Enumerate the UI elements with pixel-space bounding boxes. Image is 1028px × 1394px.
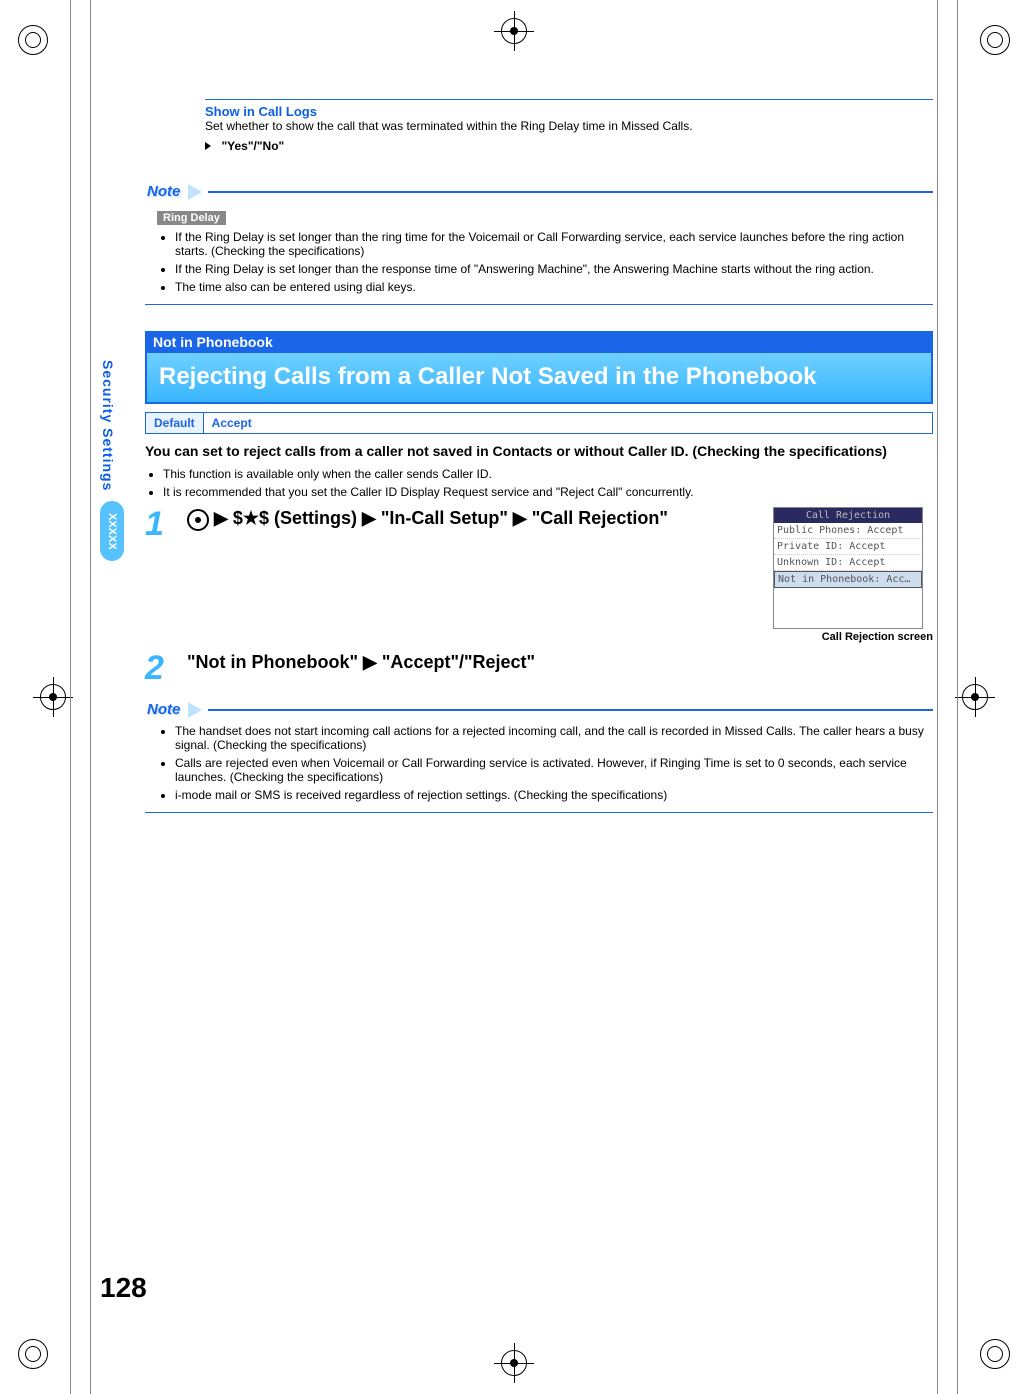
screenshot-row: Private ID: Accept — [774, 539, 922, 555]
divider — [145, 304, 933, 305]
step-1-text: ▶ $★$ (Settings) ▶ "In-Call Setup" ▶ "Ca… — [187, 507, 761, 530]
note-arrow-icon — [188, 184, 202, 200]
note2-bullets: The handset does not start incoming call… — [145, 724, 933, 802]
note-line — [208, 191, 933, 193]
screenshot-row: Public Phones: Accept — [774, 523, 922, 539]
step-2-text: "Not in Phonebook" ▶ "Accept"/"Reject" — [187, 651, 933, 674]
divider — [205, 99, 933, 100]
page: Security Settings XXXXX Show in Call Log… — [100, 95, 933, 1304]
default-row: Default Accept — [145, 412, 933, 434]
crop-mark — [962, 684, 988, 710]
screenshot-title: Call Rejection — [774, 508, 922, 523]
screenshot-row: Unknown ID: Accept — [774, 555, 922, 571]
step-number: 1 — [145, 507, 175, 541]
registration-mark — [18, 25, 48, 55]
page-number: 128 — [100, 1272, 147, 1304]
divider — [145, 812, 933, 813]
screenshot-row-selected: Not in Phonebook: Acc… — [774, 571, 922, 588]
registration-mark — [18, 1339, 48, 1369]
section-intro-bullet: It is recommended that you set the Calle… — [163, 485, 933, 499]
trim-line — [937, 0, 938, 1394]
note1-bullets: If the Ring Delay is set longer than the… — [145, 230, 933, 294]
section-title: Rejecting Calls from a Caller Not Saved … — [145, 353, 933, 404]
ring-delay-chip: Ring Delay — [157, 211, 226, 225]
content-area: Show in Call Logs Set whether to show th… — [145, 95, 933, 817]
step-2: 2 "Not in Phonebook" ▶ "Accept"/"Reject" — [145, 651, 933, 685]
note1-bullet: If the Ring Delay is set longer than the… — [175, 230, 933, 258]
step-1: 1 ▶ $★$ (Settings) ▶ "In-Call Setup" ▶ "… — [145, 507, 933, 643]
show-in-call-logs-option: "Yes"/"No" — [221, 139, 284, 153]
note-label: Note — [145, 183, 182, 200]
crop-mark — [40, 684, 66, 710]
note2-bullet: The handset does not start incoming call… — [175, 724, 933, 752]
screenshot-caption: Call Rejection screen — [773, 631, 933, 643]
side-block-text: XXXXX — [106, 513, 118, 550]
crop-mark — [501, 18, 527, 44]
screenshot-container: Call Rejection Public Phones: Accept Pri… — [773, 507, 933, 643]
step-1-instruction: ▶ $★$ (Settings) ▶ "In-Call Setup" ▶ "Ca… — [209, 508, 668, 528]
call-rejection-screenshot: Call Rejection Public Phones: Accept Pri… — [773, 507, 923, 629]
note-header: Note — [145, 183, 933, 200]
trim-line — [957, 0, 958, 1394]
note-label: Note — [145, 701, 182, 718]
registration-mark — [980, 25, 1010, 55]
crop-mark — [501, 1350, 527, 1376]
note-header: Note — [145, 701, 933, 718]
section-banner: Not in Phonebook — [145, 331, 933, 353]
default-value: Accept — [204, 413, 260, 433]
note2-bullet: Calls are rejected even when Voicemail o… — [175, 756, 933, 784]
triangle-bullet-icon — [205, 142, 211, 150]
section-intro-bullets: This function is available only when the… — [145, 467, 933, 499]
step-number: 2 — [145, 651, 175, 685]
subheading-show-in-call-logs: Show in Call Logs — [205, 104, 933, 119]
note1-bullet: The time also can be entered using dial … — [175, 280, 933, 294]
section-intro-bullet: This function is available only when the… — [163, 467, 933, 481]
note-line — [208, 709, 933, 711]
registration-mark — [980, 1339, 1010, 1369]
side-page-block: XXXXX — [100, 501, 124, 561]
side-section-label: Security Settings — [100, 360, 116, 491]
center-key-icon — [187, 509, 209, 531]
default-key: Default — [146, 413, 204, 433]
show-in-call-logs-desc: Set whether to show the call that was te… — [205, 119, 933, 133]
section-intro: You can set to reject calls from a calle… — [145, 442, 933, 462]
note2-bullet: i-mode mail or SMS is received regardles… — [175, 788, 933, 802]
side-tab: Security Settings XXXXX — [100, 360, 124, 561]
note-arrow-icon — [188, 702, 202, 718]
note1-bullet: If the Ring Delay is set longer than the… — [175, 262, 933, 276]
trim-line — [90, 0, 91, 1394]
trim-line — [70, 0, 71, 1394]
